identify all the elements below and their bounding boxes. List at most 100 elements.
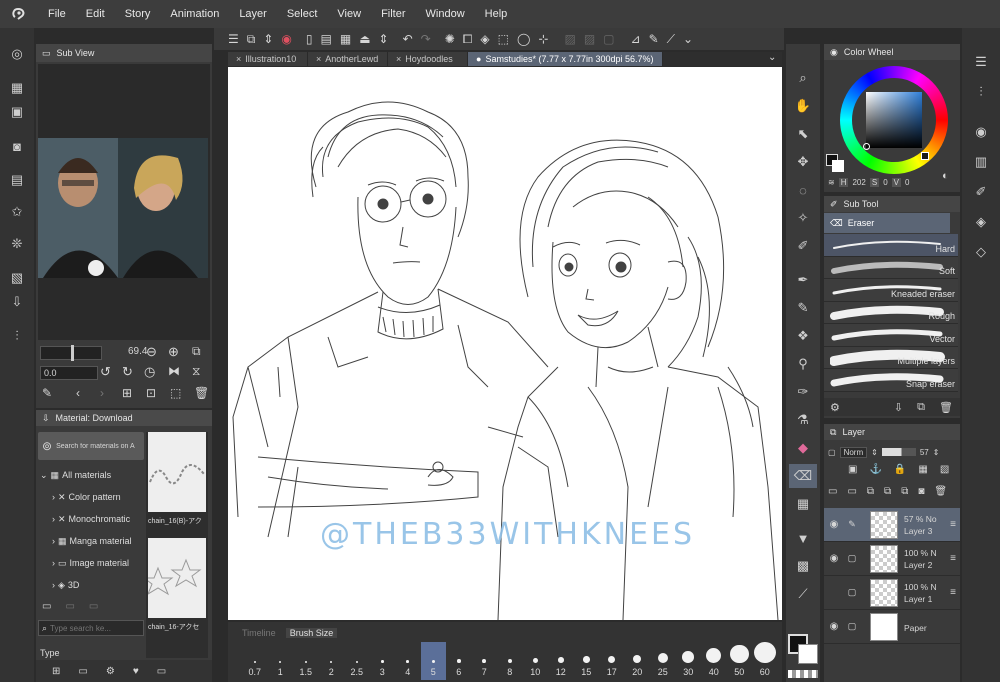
fill-icon[interactable]: ◈ <box>480 32 489 46</box>
new-vector-layer-icon[interactable]: ▭ <box>847 486 856 502</box>
keyword-search-input[interactable] <box>50 623 137 633</box>
sub-tool-item[interactable]: Hard <box>824 234 958 257</box>
brush-size-option[interactable]: 2.5 <box>344 642 370 680</box>
operation-tool-icon[interactable]: ⬉ <box>789 122 817 146</box>
blend-mode-select[interactable]: Norm <box>839 446 868 458</box>
transparent-color-swatch[interactable] <box>788 670 818 678</box>
transfer-layer-icon[interactable]: ⧉ <box>884 486 891 502</box>
line-icon[interactable]: ⟋ <box>667 32 675 47</box>
lock-transparent-icon[interactable]: ▦ <box>918 464 927 480</box>
drops-icon[interactable]: ❊ <box>3 232 31 256</box>
brush-size-option[interactable]: 30 <box>676 642 702 680</box>
search-assets-button[interactable]: ⊚ Search for materials on A <box>38 432 144 460</box>
mask-layer-icon[interactable]: ▧ <box>940 464 949 480</box>
brush-size-option[interactable]: 25 <box>650 642 676 680</box>
sv-picker-handle[interactable] <box>863 143 870 150</box>
favorite-icon[interactable]: ♥ <box>133 666 139 677</box>
blend-tool-icon[interactable]: ⚗ <box>789 408 817 432</box>
material-tree-item[interactable]: ⌄ ▦ All materials <box>40 464 144 486</box>
thumbnail-size-icon[interactable]: ⊞ <box>52 666 60 677</box>
figure-tool-icon[interactable]: ⟋ <box>789 582 817 606</box>
tool-property-icon[interactable]: ▤ <box>3 168 31 192</box>
pencil-tool-icon[interactable]: ✎ <box>789 296 817 320</box>
hide-selection-icon[interactable]: ▨ <box>564 32 575 46</box>
brush-size-option[interactable]: 6 <box>446 642 472 680</box>
reference-layer-icon[interactable]: ⚓ <box>869 464 881 480</box>
brush-tool-icon[interactable]: ❖ <box>789 324 817 348</box>
layer-property-icon[interactable]: ▦ <box>3 76 31 100</box>
sub-tool-item[interactable]: Vector <box>824 324 958 347</box>
lock-layer-icon[interactable]: 🔒 <box>894 464 906 480</box>
sub-tool-item[interactable]: Kneaded eraser <box>824 279 958 302</box>
chevron-right-icon[interactable]: › <box>52 492 55 502</box>
loading-icon[interactable]: ✺ <box>445 32 455 46</box>
color-history-icon[interactable]: ▥ <box>967 150 995 174</box>
flip-vertical-icon[interactable]: ⧖ <box>192 364 200 379</box>
lasso-icon[interactable]: ◯ <box>517 32 530 46</box>
sub-tool-item[interactable]: Rough <box>824 301 958 324</box>
undo-icon[interactable]: ↶ <box>403 32 413 46</box>
sub-tool-group-tab[interactable]: ⌫ Eraser <box>824 213 950 233</box>
move-tool-icon[interactable]: ✥ <box>789 150 817 174</box>
gradient-tool-icon[interactable]: ▩ <box>789 554 817 578</box>
layer-search-icon[interactable]: ◇ <box>967 240 995 264</box>
layer-drag-handle-icon[interactable]: ≡ <box>950 553 956 564</box>
select-all-icon[interactable]: ⬚ <box>498 32 509 46</box>
chevron-right-icon[interactable]: › <box>52 558 55 568</box>
layer-edit-toggle-icon[interactable]: ▢ <box>844 553 860 564</box>
export-arrows-icon[interactable]: ⇕ <box>379 32 389 46</box>
hsv-mode-icon[interactable]: ≋ <box>828 178 835 187</box>
brush-size-option[interactable]: 3 <box>370 642 396 680</box>
clear-icon[interactable]: ⧠ <box>463 32 473 47</box>
new-file-icon[interactable]: ▯ <box>306 32 313 46</box>
material-thumb-2[interactable] <box>142 538 206 618</box>
clip-layer-icon[interactable]: ▣ <box>848 464 857 480</box>
property-sliders-icon[interactable]: ⫶ <box>967 80 995 104</box>
reset-rotation-icon[interactable]: ◷ <box>144 364 155 380</box>
chevron-right-icon[interactable]: › <box>52 536 55 546</box>
zoom-tool-icon[interactable]: ⌕ <box>789 66 817 90</box>
brush-size-option[interactable]: 4 <box>395 642 421 680</box>
redo-icon[interactable]: ↷ <box>421 32 431 46</box>
saturation-value-square[interactable] <box>863 92 922 150</box>
material-tree-item[interactable]: › ✕ Color pattern <box>40 486 144 508</box>
invert-selection-icon[interactable]: ▨ <box>584 32 595 46</box>
layer-mask-icon[interactable]: ◙ <box>918 486 924 502</box>
frame-tool-icon[interactable]: ▦ <box>789 492 817 516</box>
brush-size-option[interactable]: 60 <box>752 642 778 680</box>
airbrush-tool-icon[interactable]: ⚲ <box>789 352 817 376</box>
color-mode-icon[interactable]: ◐ <box>942 170 949 182</box>
brush-size-option[interactable]: 0.7 <box>242 642 268 680</box>
open-folder-icon[interactable]: ▤ <box>321 32 332 46</box>
chevron-right-icon[interactable]: › <box>52 514 55 524</box>
close-tab-icon[interactable]: × <box>236 54 241 64</box>
camera-icon[interactable]: ◙ <box>3 134 31 158</box>
material-tree-item[interactable]: › ▦ Manga material <box>40 530 144 552</box>
layer-edit-pen-icon[interactable]: ✎ <box>844 519 860 530</box>
layer-drag-handle-icon[interactable]: ≡ <box>950 587 956 598</box>
brush-size-option[interactable]: 5 <box>420 642 446 680</box>
brush-size-option[interactable]: 40 <box>701 642 727 680</box>
fit-view-icon[interactable]: ⧉ <box>192 344 201 359</box>
layer-drag-handle-icon[interactable]: ≡ <box>950 519 956 530</box>
layer-row[interactable]: ◉ ▢ Paper <box>824 610 960 644</box>
open-file-icon[interactable]: ⬚ <box>170 386 181 400</box>
layers-panel-icon[interactable]: ◈ <box>967 210 995 234</box>
keyword-search[interactable]: ⌕ <box>38 620 144 636</box>
export-icon[interactable]: ⏏ <box>359 32 370 46</box>
menu-toggle-icon[interactable]: ☰ <box>228 32 239 46</box>
delete-material-icon[interactable]: ▭ <box>157 666 166 677</box>
blend-dropdown-icon[interactable]: ⇕ <box>871 448 878 457</box>
chevron-down-icon[interactable]: ⌄ <box>40 470 48 481</box>
material-tree-item[interactable]: › ▭ Image material <box>40 552 144 574</box>
doc-tab[interactable]: × Hoydoodles <box>388 52 468 66</box>
zoom-slider[interactable] <box>40 345 102 361</box>
layer-visibility-eye-icon[interactable]: ◉ <box>824 621 844 632</box>
doc-tab[interactable]: × AnotherLewd <box>308 52 388 66</box>
chevron-right-icon[interactable]: › <box>52 580 55 590</box>
zoom-slider-handle[interactable] <box>71 345 74 361</box>
sub-tool-item[interactable]: Soft <box>824 256 958 279</box>
layer-row[interactable]: ◉ ✎ 57 % No Layer 3 ≡ <box>824 508 960 542</box>
brush-size-option[interactable]: 1.5 <box>293 642 319 680</box>
layer-visibility-eye-icon[interactable]: ◉ <box>824 519 844 530</box>
